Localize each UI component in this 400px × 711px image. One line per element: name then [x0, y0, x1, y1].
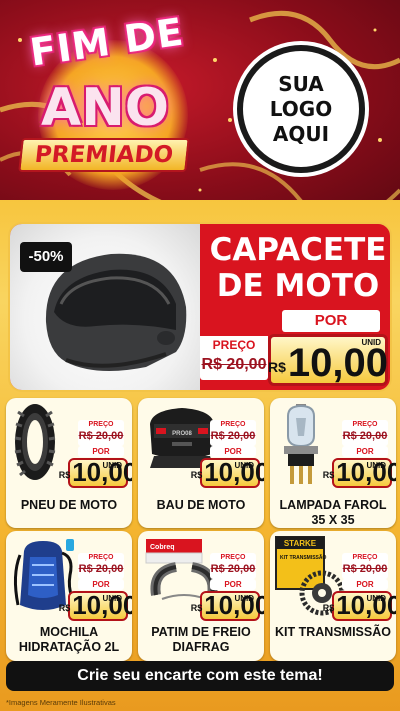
old-price-tag: PREÇO R$ 20,00 — [78, 420, 124, 446]
currency: R$ — [58, 470, 71, 480]
unit-label: UNID — [366, 461, 386, 470]
hero-product-title: CAPACETE DE MOTO — [208, 232, 388, 304]
preco-label: PREÇO — [220, 421, 246, 428]
currency: R$ — [190, 470, 203, 480]
old-price: R$ 20,00 — [342, 563, 388, 575]
currency: R$ — [190, 603, 203, 613]
old-price: R$ 20,00 — [210, 430, 256, 442]
preco-label: PREÇO — [88, 554, 114, 561]
old-price: R$ 20,00 — [342, 430, 388, 442]
product-card[interactable]: PREÇO R$ 20,00 POR UNID R$ 10,00 LAMPADA… — [270, 398, 396, 528]
cta-button[interactable]: Crie seu encarte com este tema! — [6, 661, 394, 691]
product-card[interactable]: PREÇO R$ 20,00 POR UNID R$ 10,00 MOCHILA… — [6, 531, 132, 661]
logo-placeholder[interactable]: SUA LOGO AQUI — [237, 45, 365, 173]
por-label: POR — [342, 579, 388, 590]
product-name: MOCHILA HIDRATAÇÃO 2L — [18, 625, 120, 654]
new-price: UNID R$ 10,00 — [323, 458, 396, 488]
por-label: POR — [210, 579, 256, 590]
new-price: UNID R$ 10,00 — [59, 458, 132, 488]
old-price-tag: PREÇO R$ 20,00 — [78, 553, 124, 579]
unit-label: UNID — [234, 461, 254, 470]
old-price: R$ 20,00 — [78, 430, 124, 442]
old-price: R$ 20,00 — [78, 563, 124, 575]
hero-image-area: -50% — [10, 224, 200, 390]
tire-icon — [10, 402, 60, 487]
preco-label: PREÇO — [352, 554, 378, 561]
hero-currency: R$ — [268, 359, 286, 375]
product-card[interactable]: Cobreq PREÇO R$ 20,00 POR UNID R$ 10,00 … — [138, 531, 264, 661]
preco-label: PREÇO — [88, 421, 114, 428]
footnote: *Imagens Meramente Ilustrativas — [6, 698, 116, 707]
old-price-tag: PREÇO R$ 20,00 — [342, 420, 388, 446]
preco-label: PREÇO — [352, 421, 378, 428]
old-price-tag: PREÇO R$ 20,00 — [210, 420, 256, 446]
hero-unit-label: UNID — [361, 338, 381, 347]
hero-por-label: POR — [282, 310, 380, 332]
hero-new-price: UNID R$ 10,00 — [268, 334, 388, 386]
hero-old-price: R$ 20,00 — [201, 356, 267, 373]
unit-label: UNID — [366, 594, 386, 603]
hero-preco-label: PREÇO — [200, 336, 268, 354]
product-name: KIT TRANSMISSÃO — [275, 625, 391, 639]
new-price: UNID R$ 10,00 — [191, 458, 264, 488]
currency: R$ — [322, 603, 335, 613]
product-name: LAMPADA FAROL 35 X 35 — [279, 498, 387, 527]
logo-line-2: LOGO — [269, 96, 333, 121]
title-premiado: PREMIADO — [18, 138, 190, 172]
old-price-tag: PREÇO R$ 20,00 — [210, 553, 256, 579]
hero-title-line-2: DE MOTO — [216, 268, 380, 304]
logo-line-3: AQUI — [272, 121, 330, 146]
unit-label: UNID — [102, 461, 122, 470]
hero-title-line-1: CAPACETE — [209, 232, 387, 268]
new-price: UNID R$ 10,00 — [323, 591, 396, 621]
discount-badge: -50% — [20, 242, 72, 272]
hero-price-value: 10,00 — [287, 341, 389, 385]
hero-product-card[interactable]: -50% CAPACETE DE MOTO PREÇO R$ 20,00 POR… — [8, 222, 392, 392]
por-label: POR — [342, 446, 388, 457]
product-name: PATIM DE FREIO DIAFRAG — [151, 625, 251, 654]
preco-label: PREÇO — [220, 554, 246, 561]
svg-text:Cobreq: Cobreq — [150, 544, 175, 551]
product-card[interactable]: PREÇO R$ 20,00 POR UNID R$ 10,00 PNEU DE… — [6, 398, 132, 528]
product-name: PNEU DE MOTO — [20, 498, 118, 512]
product-name: BAU DE MOTO — [156, 498, 246, 512]
logo-line-1: SUA — [278, 71, 324, 96]
hero-old-price-tag: PREÇO R$ 20,00 — [200, 336, 268, 380]
product-card[interactable]: PRO08 PREÇO R$ 20,00 POR UNID R$ 10,00 B… — [138, 398, 264, 528]
svg-text:PRO08: PRO08 — [172, 431, 192, 437]
currency: R$ — [58, 603, 71, 613]
svg-text:STARKE: STARKE — [284, 539, 317, 548]
new-price: UNID R$ 10,00 — [191, 591, 264, 621]
por-label: POR — [78, 446, 124, 457]
svg-text:KIT TRANSMISSÃO: KIT TRANSMISSÃO — [280, 554, 327, 561]
old-price: R$ 20,00 — [210, 563, 256, 575]
por-label: POR — [210, 446, 256, 457]
product-card[interactable]: STARKE KIT TRANSMISSÃO PREÇO R$ 20,00 POR… — [270, 531, 396, 661]
currency: R$ — [322, 470, 335, 480]
unit-label: UNID — [102, 594, 122, 603]
unit-label: UNID — [234, 594, 254, 603]
header-banner: FIM DE ANO PREMIADO SUA LOGO AQUI — [0, 0, 400, 215]
new-price: UNID R$ 10,00 — [59, 591, 132, 621]
por-label: POR — [78, 579, 124, 590]
headlight-bulb-icon — [274, 402, 328, 493]
old-price-tag: PREÇO R$ 20,00 — [342, 553, 388, 579]
title-ano: ANO — [41, 78, 169, 138]
